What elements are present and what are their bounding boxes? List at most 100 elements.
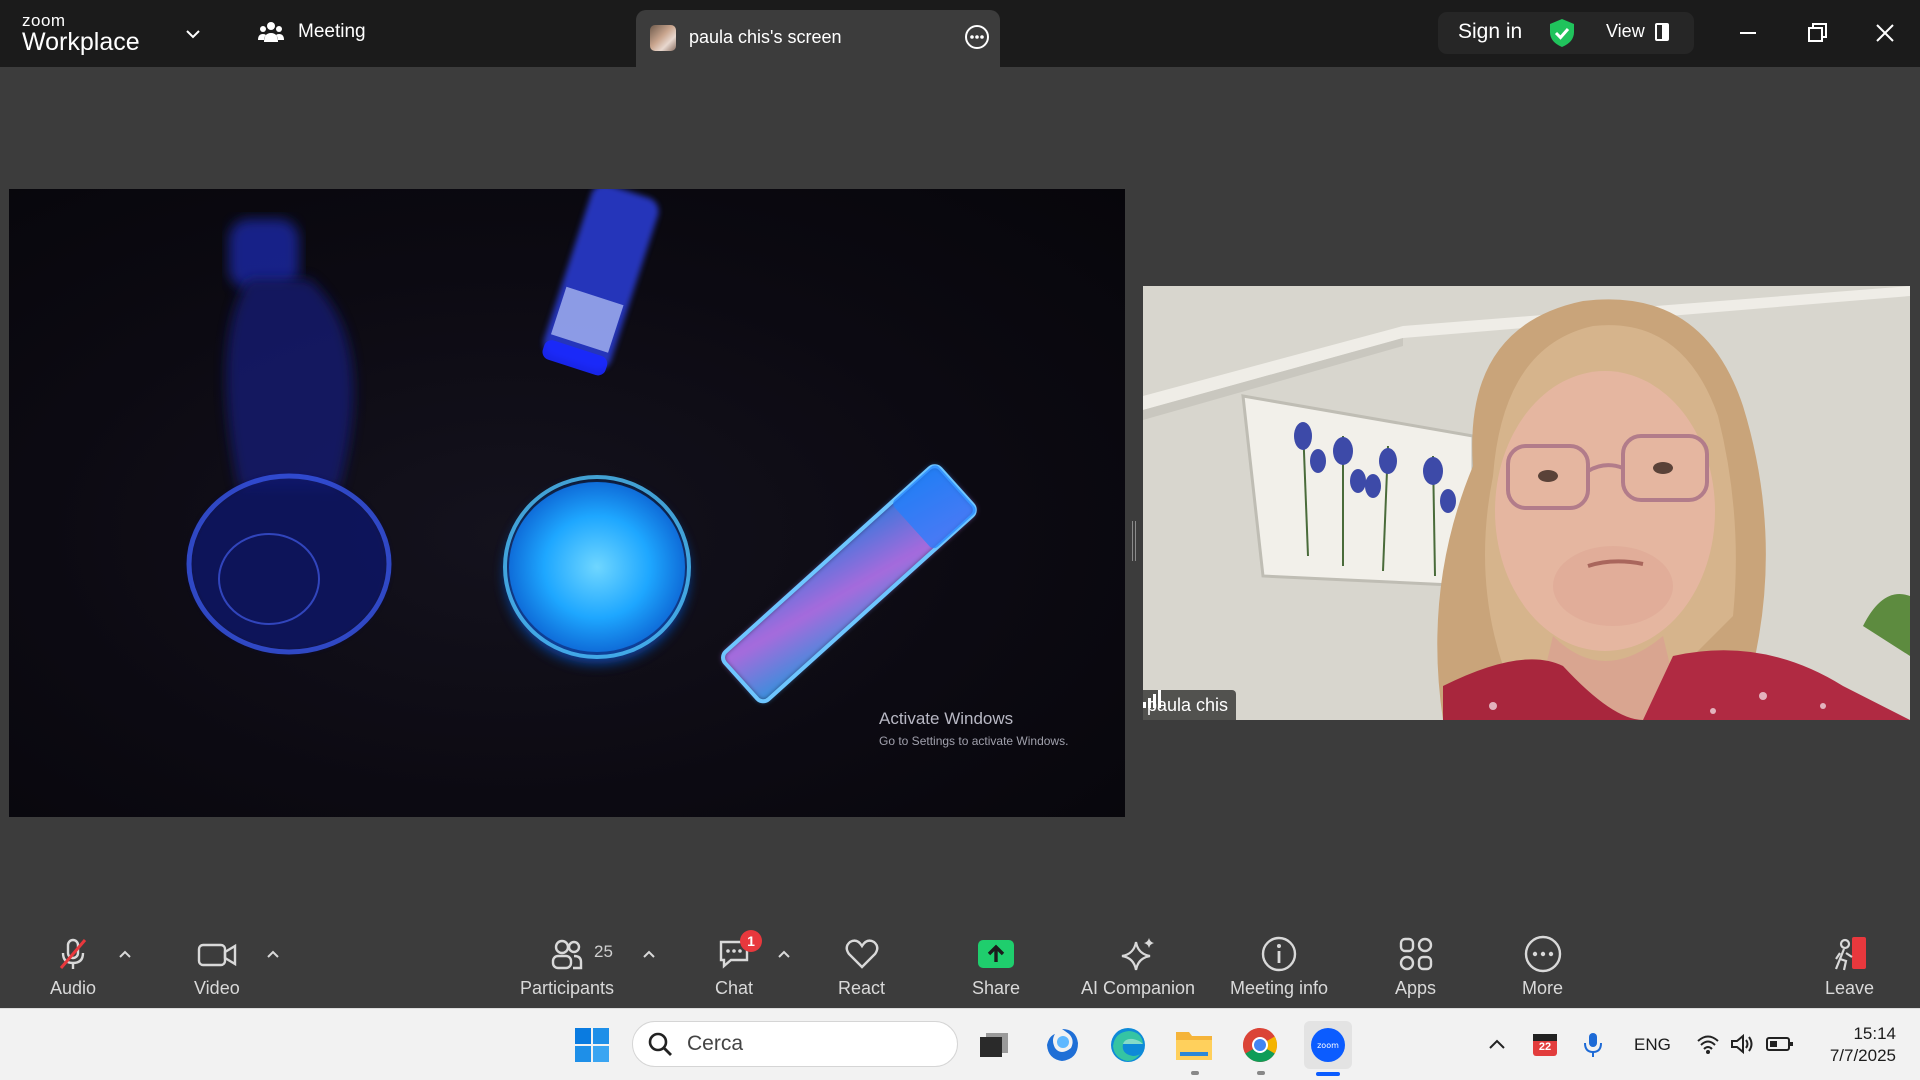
taskbar-search-box[interactable]: Cerca [632, 1021, 958, 1067]
tab-shared-screen-label: paula chis's screen [689, 27, 842, 47]
task-view-button[interactable] [972, 1023, 1016, 1067]
taskbar-app-zoom[interactable]: zoom [1304, 1021, 1352, 1069]
taskbar-app-file-explorer[interactable] [1172, 1023, 1216, 1067]
chevron-up-icon[interactable] [1488, 1037, 1506, 1051]
logo-line2: Workplace [22, 28, 140, 56]
view-label: View [1606, 21, 1645, 41]
logo-line1: zoom [22, 11, 66, 30]
account-group: Sign in View [1438, 12, 1694, 54]
file-explorer-icon [1176, 1032, 1212, 1060]
tab-meeting-label: Meeting [298, 21, 366, 42]
search-placeholder: Cerca [687, 1032, 744, 1055]
ai-companion-button[interactable]: AI Companion [1081, 936, 1195, 999]
system-clock[interactable]: 15:14 7/7/2025 [1812, 1023, 1896, 1067]
title-bar: zoom Workplace Meeting paula chis's scre… [0, 0, 1920, 67]
people-icon [258, 22, 284, 42]
audio-button[interactable]: Audio [50, 936, 96, 999]
react-button[interactable]: React [838, 936, 885, 999]
participant-video-frame [1143, 286, 1910, 720]
chat-options-caret-icon[interactable] [776, 946, 792, 962]
close-icon[interactable] [1868, 16, 1902, 50]
participants-icon [551, 939, 583, 970]
participant-thumbnail [650, 25, 676, 51]
copilot-icon [1047, 1029, 1078, 1061]
ai-sparkle-icon [1121, 938, 1155, 971]
participant-video-tile[interactable]: paula chis [1143, 286, 1910, 720]
apps-label: Apps [1395, 978, 1437, 998]
chrome-running-indicator [1257, 1071, 1265, 1075]
start-button[interactable] [570, 1023, 614, 1067]
watermark-subtitle: Go to Settings to activate Windows. [879, 734, 1069, 748]
chevron-down-icon[interactable] [184, 25, 202, 43]
restore-icon[interactable] [1800, 16, 1834, 50]
activate-windows-watermark: Activate Windows Go to Settings to activ… [879, 709, 1068, 748]
shared-screen-view[interactable]: Activate Windows Go to Settings to activ… [9, 189, 1125, 817]
share-button[interactable]: Share [972, 936, 1020, 999]
calendar-badge: 22 [1538, 1041, 1552, 1053]
zoom-active-indicator [1316, 1072, 1340, 1076]
view-button[interactable]: View [1606, 21, 1669, 42]
edge-browser-icon [1111, 1028, 1145, 1062]
language-indicator[interactable]: ENG [1634, 1035, 1671, 1055]
taskbar-app-chrome[interactable] [1238, 1023, 1282, 1067]
meeting-toolbar: Audio Video Participants 25 1 Chat React… [0, 920, 1920, 1008]
volume-icon[interactable] [1730, 1033, 1756, 1055]
video-camera-icon [197, 943, 237, 967]
tab-shared-screen[interactable]: paula chis's screen [636, 10, 1000, 67]
windows-taskbar: Cerca zoom 22 ENG 15:14 7/7/2025 [0, 1008, 1920, 1080]
resize-handle[interactable] [1132, 521, 1136, 561]
leave-label: Leave [1825, 978, 1875, 998]
info-icon [1261, 936, 1297, 972]
shield-check-icon[interactable] [1548, 18, 1576, 48]
share-label: Share [972, 978, 1021, 998]
microphone-tray-icon[interactable] [1582, 1031, 1604, 1059]
ai-companion-label: AI Companion [1081, 978, 1196, 998]
chrome-browser-icon [1243, 1028, 1277, 1062]
meeting-info-button[interactable]: Meeting info [1230, 936, 1328, 999]
windows-logo-icon [575, 1028, 609, 1062]
explorer-running-indicator [1191, 1071, 1199, 1075]
chat-unread-badge: 1 [740, 930, 762, 952]
microphone-muted-icon [59, 938, 87, 969]
minimize-icon[interactable] [1731, 16, 1765, 50]
more-dots-icon [1524, 935, 1561, 973]
signal-strength-icon [1143, 690, 1161, 708]
watermark-title: Activate Windows [879, 709, 1014, 728]
calendar-widget[interactable]: 22 [1532, 1031, 1558, 1057]
more-label: More [1522, 978, 1564, 998]
zoom-workplace-logo: zoom Workplace [22, 12, 140, 55]
view-layout-icon [1654, 22, 1669, 41]
search-icon [648, 1032, 672, 1056]
react-label: React [838, 978, 886, 998]
heart-icon [845, 939, 878, 969]
video-button[interactable]: Video [194, 936, 240, 999]
taskbar-app-edge[interactable] [1106, 1023, 1150, 1067]
video-options-caret-icon[interactable] [265, 946, 281, 962]
participant-name-tag: paula chis [1143, 690, 1237, 720]
clock-time: 15:14 [1853, 1024, 1896, 1043]
battery-icon[interactable] [1766, 1036, 1794, 1052]
chat-label: Chat [714, 978, 754, 998]
chat-button[interactable]: 1 Chat [714, 930, 762, 999]
zoom-app-icon: zoom [1311, 1028, 1345, 1062]
more-options-icon[interactable] [964, 24, 990, 50]
svg-text:zoom: zoom [1317, 1041, 1339, 1050]
taskbar-app-copilot[interactable] [1040, 1023, 1084, 1067]
share-screen-icon [978, 940, 1015, 968]
participants-count: 25 [594, 942, 613, 961]
sign-in-button[interactable]: Sign in [1458, 20, 1522, 44]
participants-label: Participants [520, 978, 615, 998]
task-view-icon [980, 1033, 1008, 1057]
leave-exit-icon [1834, 937, 1866, 971]
clock-date: 7/7/2025 [1829, 1046, 1896, 1065]
apps-icon [1399, 937, 1432, 971]
audio-label: Audio [50, 978, 97, 998]
leave-button[interactable]: Leave [1825, 936, 1874, 999]
tab-meeting[interactable]: Meeting [258, 20, 366, 44]
wifi-icon[interactable] [1696, 1033, 1720, 1055]
apps-button[interactable]: Apps [1395, 936, 1436, 999]
video-label: Video [194, 978, 240, 998]
participants-options-caret-icon[interactable] [641, 946, 657, 962]
audio-options-caret-icon[interactable] [117, 946, 133, 962]
more-button[interactable]: More [1522, 935, 1564, 999]
